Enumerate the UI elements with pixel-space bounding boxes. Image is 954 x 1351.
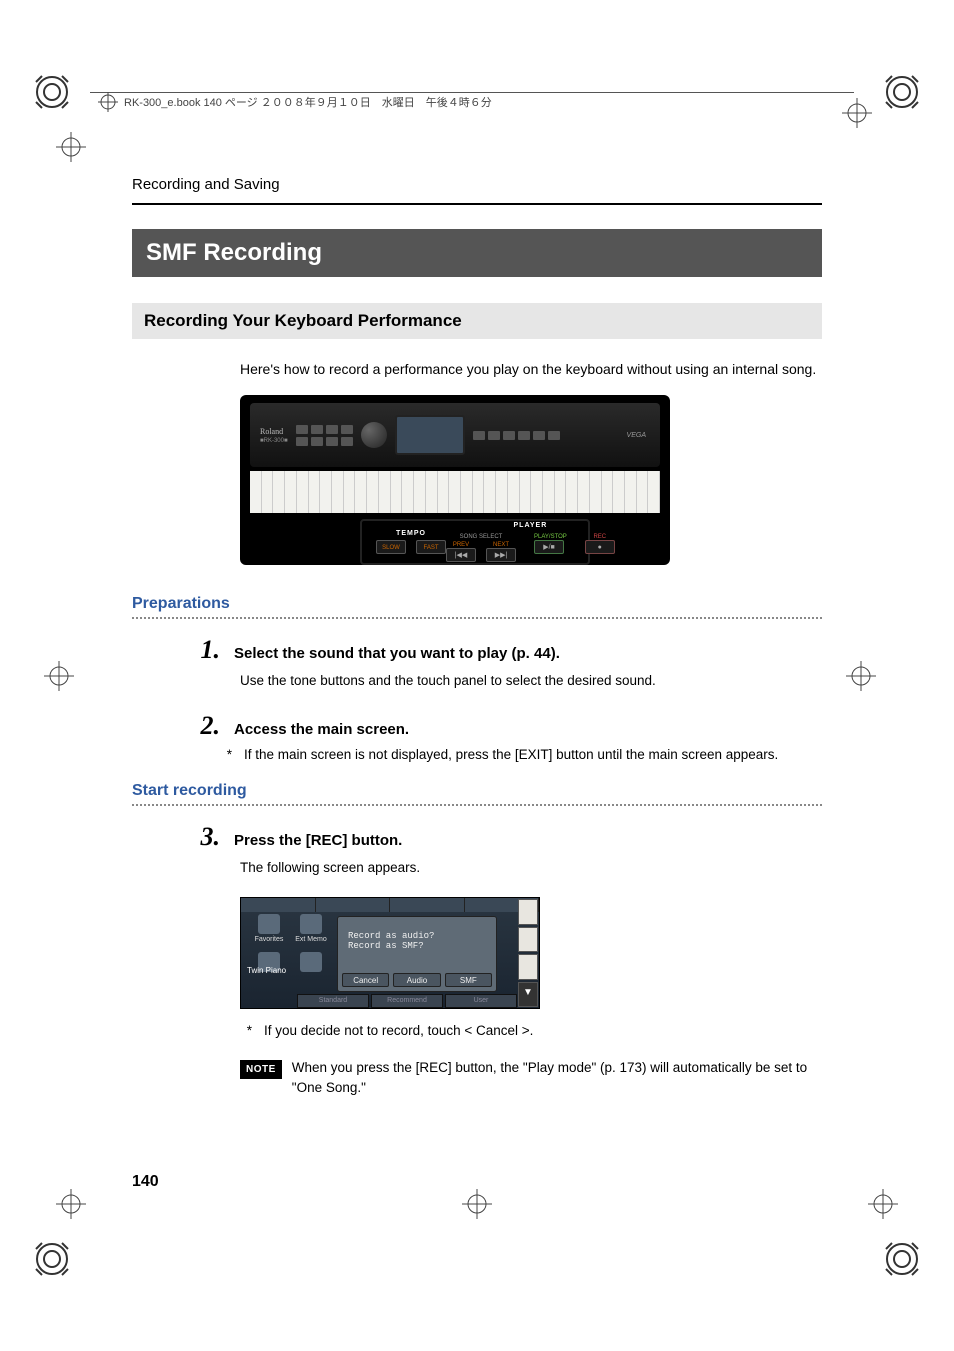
breadcrumb: Recording and Saving [132, 176, 822, 193]
page-number: 140 [132, 1173, 159, 1191]
step-2-title: Access the main screen. [234, 721, 409, 738]
step-3-note: If you decide not to record, touch < Can… [264, 1023, 533, 1038]
subsection-title-bar: Recording Your Keyboard Performance [132, 303, 822, 339]
step-3-body: The following screen appears. [240, 858, 822, 878]
note-body: When you press the [REC] button, the "Pl… [292, 1058, 822, 1099]
printer-mark-br [884, 1241, 920, 1277]
breadcrumb-rule [132, 203, 822, 205]
fast-button-icon: FAST [416, 540, 446, 554]
step-number-2: 2. [132, 711, 220, 741]
dialog-line-2: Record as SMF? [348, 941, 486, 951]
knob-icon [361, 422, 387, 448]
registration-mark [462, 1189, 492, 1219]
player-label: PLAYER [446, 522, 615, 529]
dotted-rule [132, 617, 822, 619]
dialog-audio-button: Audio [393, 973, 440, 987]
registration-mark [44, 661, 74, 691]
tab-recommend: Recommend [371, 994, 443, 1008]
favorites-label: Favorites [255, 936, 284, 943]
step-3-title: Press the [REC] button. [234, 832, 402, 849]
lcd-screen-icon [395, 415, 465, 455]
down-arrow-icon: ▼ [518, 982, 538, 1008]
registration-mark [56, 1189, 86, 1219]
playstop-button-icon: ▶/■ [534, 540, 564, 554]
registration-mark [842, 98, 872, 128]
playstop-label: PLAY/STOP [534, 534, 567, 540]
heading-start-recording: Start recording [132, 782, 822, 800]
piano-keys-icon [250, 471, 660, 513]
model-text: ■RK-300■ [260, 438, 288, 444]
dotted-rule [132, 804, 822, 806]
keyboard-figure: Roland ■RK-300■ VEGA [240, 395, 822, 565]
intro-text: Here's how to record a performance you p… [240, 361, 822, 377]
step-number-3: 3. [132, 822, 220, 852]
step-2-note: If the main screen is not displayed, pre… [244, 747, 778, 762]
prev-button-icon: |◀◀ [446, 548, 476, 562]
slow-button-icon: SLOW [376, 540, 406, 554]
brand-logo: Roland [260, 427, 288, 436]
control-extension: TEMPO SLOW FAST PLAYER SONG SELECT PRE [360, 519, 590, 565]
dialog-line-1: Record as audio? [348, 931, 486, 941]
header-meta-text: RK-300_e.book 140 ページ ２００８年９月１０日 水曜日 午後４… [124, 94, 492, 110]
printer-mark-bl [34, 1241, 70, 1277]
printer-mark-tr [884, 74, 920, 110]
tab-standard: Standard [297, 994, 369, 1008]
step-1-body: Use the tone buttons and the touch panel… [240, 671, 822, 691]
ext-memo-label: Ext Memo [295, 936, 327, 943]
dialog-smf-button: SMF [445, 973, 492, 987]
twin-piano-label: Twin Piano [247, 966, 286, 975]
tab-user: User [445, 994, 517, 1008]
registration-mark [56, 132, 86, 162]
next-button-icon: ▶▶| [486, 548, 516, 562]
note-badge: NOTE [240, 1060, 282, 1079]
printer-mark-tl [34, 74, 70, 110]
product-logo: VEGA [627, 432, 646, 439]
registration-mark [868, 1189, 898, 1219]
registration-mark [846, 661, 876, 691]
rec-button-icon: ● [585, 540, 615, 554]
asterisk: * [220, 747, 232, 762]
header-meta: RK-300_e.book 140 ページ ２００８年９月１０日 水曜日 午後４… [98, 92, 492, 112]
dialog-cancel-button: Cancel [342, 973, 389, 987]
tempo-label: TEMPO [376, 530, 446, 537]
heading-preparations: Preparations [132, 595, 822, 613]
record-dialog: Record as audio? Record as SMF? Cancel A… [337, 916, 497, 992]
asterisk: * [240, 1023, 252, 1038]
step-number-1: 1. [132, 635, 220, 665]
section-title-bar: SMF Recording [132, 229, 822, 277]
step-1-title: Select the sound that you want to play (… [234, 645, 560, 662]
screen-figure: Favorites Ext Memo Twin Piano Record as … [240, 897, 540, 1009]
